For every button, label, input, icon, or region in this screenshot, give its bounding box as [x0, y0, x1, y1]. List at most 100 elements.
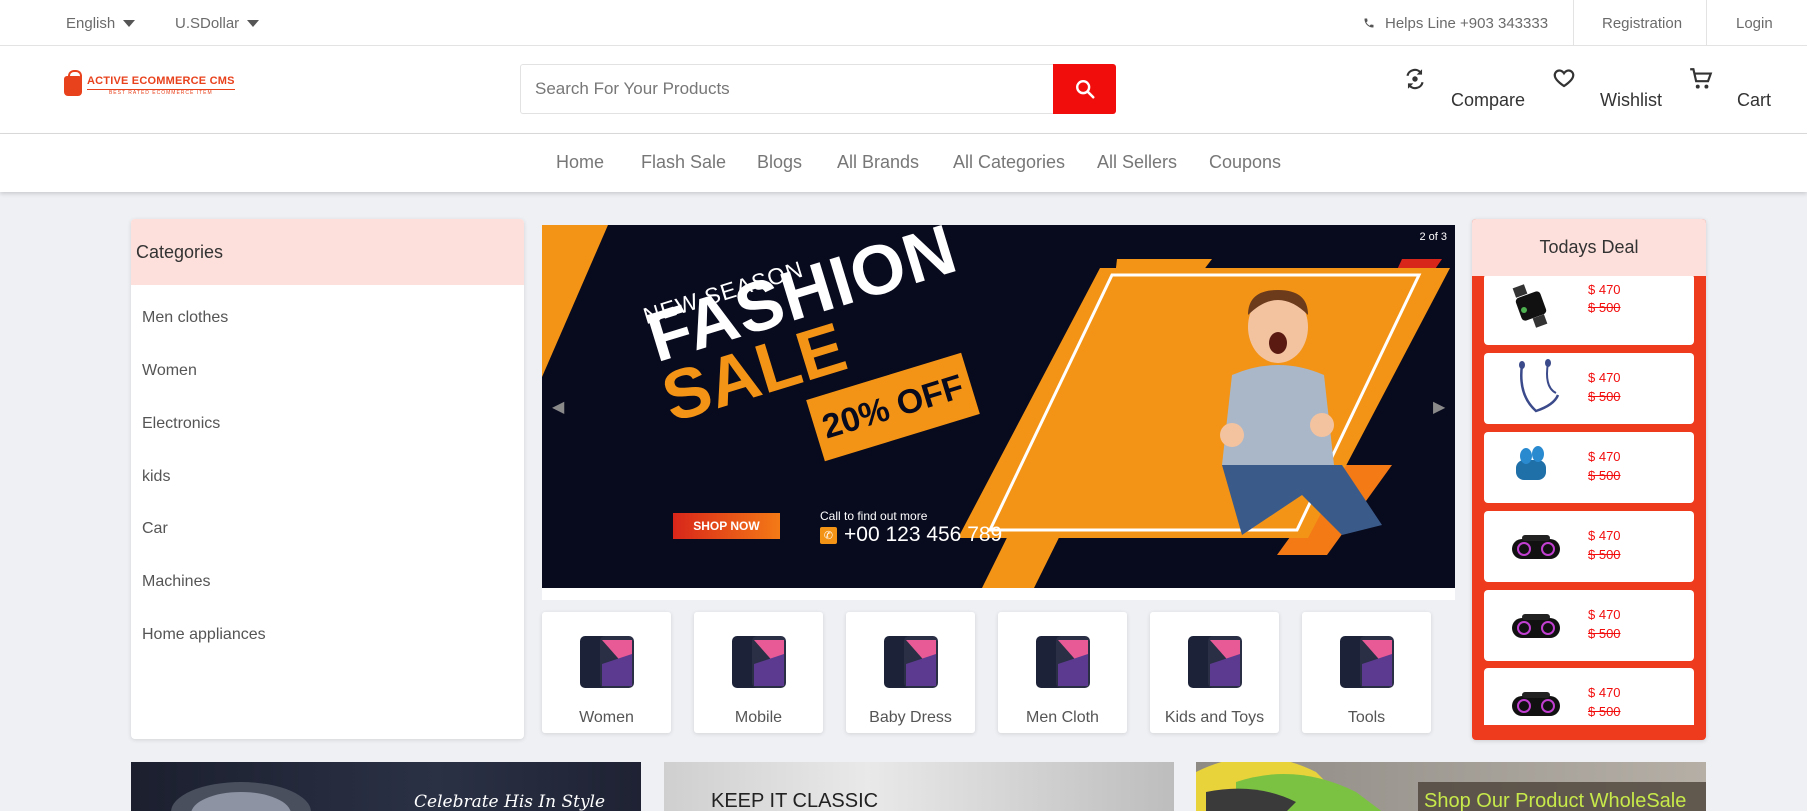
category-item[interactable]: Men clothes — [142, 309, 228, 327]
nav-item-all-categories[interactable]: All Categories — [953, 152, 1065, 173]
smartphone-icon — [1340, 636, 1394, 688]
hero-carousel[interactable]: 2 of 3 ◀ ▶ NEW SEASON FASHION SALE 20% O… — [542, 225, 1455, 600]
category-tile-baby-dress[interactable]: Baby Dress — [846, 612, 975, 733]
smartphone-icon — [1036, 636, 1090, 688]
next-slide-button[interactable]: ▶ — [1433, 397, 1445, 417]
search-bar — [520, 64, 1116, 114]
helpline-text: Helps Line +903 343333 — [1385, 14, 1549, 32]
banner-phone: ✆ +00 123 456 789 — [820, 523, 1002, 547]
shop-now-button[interactable]: SHOP NOW — [673, 513, 780, 539]
currency-label: U.SDollar — [175, 14, 240, 32]
logo-tagline: BEST RATED ECOMMERCE ITEM — [87, 89, 235, 96]
deal-price: $ 470 — [1588, 607, 1621, 622]
category-tile-kids-and-toys[interactable]: Kids and Toys — [1150, 612, 1279, 733]
search-icon — [1075, 80, 1095, 99]
category-tile-tools[interactable]: Tools — [1302, 612, 1431, 733]
deal-old-price: $ 500 — [1588, 626, 1621, 641]
deal-price: $ 470 — [1588, 528, 1621, 543]
deal-item[interactable]: $ 470 $ 500 — [1484, 432, 1694, 503]
tile-label: Men Cloth — [1026, 709, 1099, 726]
main-nav: Home Flash Sale Blogs All Brands All Cat… — [0, 134, 1807, 192]
category-item[interactable]: Women — [142, 362, 197, 380]
promo-banner-men[interactable]: Celebrate His In Style — [131, 762, 641, 811]
smartphone-icon — [732, 636, 786, 688]
cart-label: Cart — [1737, 90, 1772, 110]
shopping-bag-icon — [64, 70, 82, 96]
registration-link[interactable]: Registration — [1602, 0, 1682, 46]
deal-item[interactable]: $ 470 $ 500 — [1484, 511, 1694, 582]
call-text: Call to find out more — [820, 509, 928, 523]
category-item[interactable]: Electronics — [142, 415, 220, 433]
nav-item-blogs[interactable]: Blogs — [757, 152, 802, 173]
divider — [1706, 0, 1707, 46]
search-button[interactable] — [1053, 64, 1116, 114]
deal-item[interactable]: $ 470 $ 500 — [1484, 276, 1694, 345]
nav-item-coupons[interactable]: Coupons — [1209, 152, 1281, 173]
heart-icon — [1553, 69, 1575, 88]
earbuds-icon — [1516, 446, 1546, 480]
category-item[interactable]: kids — [142, 468, 170, 486]
language-selector[interactable]: English — [66, 0, 136, 46]
promo-text: Shop Our Product WholeSale — [1424, 790, 1687, 811]
categories-title: Categories — [131, 219, 524, 285]
currency-selector[interactable]: U.SDollar — [175, 0, 260, 46]
smartwatch-icon — [1512, 284, 1548, 328]
wishlist-button[interactable]: Wishlist — [1552, 66, 1664, 116]
tile-label: Kids and Toys — [1164, 709, 1265, 726]
compare-button[interactable]: Compare — [1402, 66, 1525, 116]
site-logo[interactable]: ACTIVE ECOMMERCE CMS BEST RATED ECOMMERC… — [64, 70, 235, 96]
watch-image — [171, 782, 311, 811]
category-item[interactable]: Car — [142, 520, 168, 538]
category-tile-women[interactable]: Women — [542, 612, 671, 733]
deal-item[interactable]: $ 470 $ 500 — [1484, 590, 1694, 661]
tile-label: Mobile — [734, 709, 783, 726]
deal-item[interactable]: $ 470 $ 500 — [1484, 353, 1694, 424]
nav-item-all-sellers[interactable]: All Sellers — [1097, 152, 1177, 173]
tile-label: Tools — [1347, 709, 1386, 726]
wishlist-label: Wishlist — [1600, 90, 1662, 110]
deal-old-price: $ 500 — [1588, 547, 1621, 562]
deal-price: $ 470 — [1588, 282, 1621, 297]
search-input[interactable] — [520, 64, 1055, 114]
nav-item-home[interactable]: Home — [556, 152, 604, 173]
banner-slide: 2 of 3 ◀ ▶ NEW SEASON FASHION SALE 20% O… — [542, 225, 1455, 588]
category-item[interactable]: Home appliances — [142, 626, 266, 644]
divider — [1573, 0, 1574, 46]
slide-counter: 2 of 3 — [1419, 231, 1447, 243]
smartphone-icon — [884, 636, 938, 688]
cart-button[interactable]: Cart — [1688, 66, 1778, 116]
prev-slide-button[interactable]: ◀ — [552, 397, 564, 417]
tile-label: Women — [579, 709, 634, 726]
phone-icon — [1364, 18, 1374, 28]
compare-label: Compare — [1451, 90, 1526, 110]
smartphone-icon — [1188, 636, 1242, 688]
todays-deal-title: Todays Deal — [1472, 219, 1706, 276]
category-item[interactable]: Machines — [142, 573, 210, 591]
logo-title: ACTIVE ECOMMERCE CMS — [87, 75, 235, 87]
header: ACTIVE ECOMMERCE CMS BEST RATED ECOMMERC… — [0, 46, 1807, 134]
chevron-down-icon — [123, 19, 136, 27]
login-link[interactable]: Login — [1736, 0, 1773, 46]
top-bar: English U.SDollar Helps Line +903 343333… — [0, 0, 1807, 46]
phone-icon: ✆ — [820, 526, 837, 544]
tile-label: Baby Dress — [869, 709, 952, 726]
promo-text: KEEP IT CLASSIC — [711, 790, 879, 811]
deal-price: $ 470 — [1588, 685, 1621, 700]
promo-banner-wholesale[interactable]: Shop Our Product WholeSale — [1196, 762, 1706, 811]
phone-number: +00 123 456 789 — [844, 523, 1003, 546]
nav-item-all-brands[interactable]: All Brands — [837, 152, 919, 173]
deal-old-price: $ 500 — [1588, 300, 1621, 315]
category-tile-mobile[interactable]: Mobile — [694, 612, 823, 733]
compare-icon — [1406, 68, 1424, 90]
logo-text: ACTIVE ECOMMERCE CMS BEST RATED ECOMMERC… — [87, 76, 235, 96]
speaker-icon — [1512, 692, 1560, 716]
promo-banner-classic[interactable]: KEEP IT CLASSIC — [664, 762, 1174, 811]
deal-item[interactable]: $ 470 $ 500 — [1484, 668, 1694, 725]
deal-old-price: $ 500 — [1588, 389, 1621, 404]
promo-text: Celebrate His In Style — [414, 792, 606, 811]
categories-panel: Categories Men clothes Women Electronics… — [131, 219, 524, 739]
category-tile-men-cloth[interactable]: Men Cloth — [998, 612, 1127, 733]
nav-item-flash-sale[interactable]: Flash Sale — [641, 152, 726, 173]
deal-list: $ 470 $ 500 $ 470 $ 500 $ 470 $ 500 $ 47… — [1484, 276, 1694, 725]
deal-old-price: $ 500 — [1588, 468, 1621, 483]
